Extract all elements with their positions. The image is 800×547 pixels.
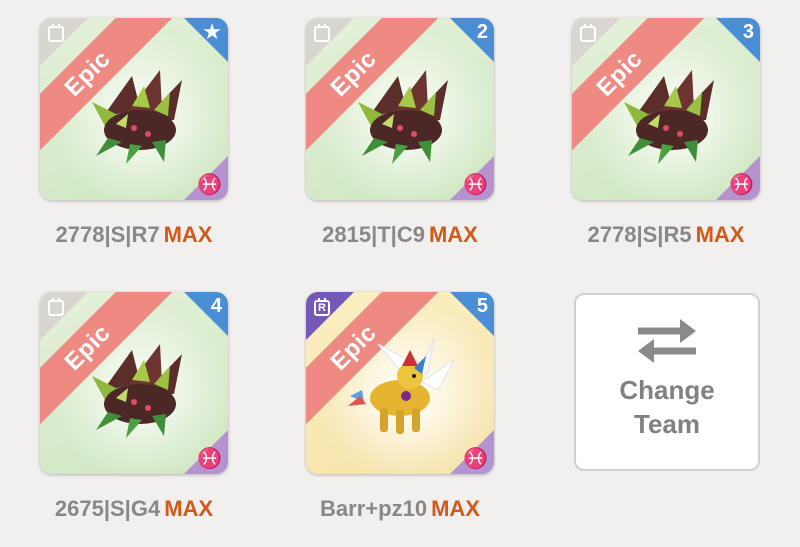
golden-pegasus-creature-image — [348, 337, 455, 434]
dragon-creature-image — [92, 344, 182, 438]
pisces-element-icon: ♓ — [463, 174, 488, 196]
monster-card-5[interactable]: R Epic 5 ♓ — [306, 292, 494, 474]
monster-code: 2675|S|G4 — [54, 496, 161, 521]
monster-label-4: 2675|S|G4 MAX — [40, 496, 228, 522]
monster-code: 2778|S|R5 — [587, 222, 692, 247]
swap-arrows-icon — [638, 319, 696, 363]
max-level: MAX — [695, 222, 745, 247]
monster-card-1[interactable]: Epic ★ ♓ — [40, 18, 228, 200]
monster-label-5: Barr+pz10 MAX — [306, 496, 494, 522]
pisces-element-icon: ♓ — [197, 448, 222, 470]
team-slot-4: Epic 4 ♓ 2675|S|G4 MAX — [40, 292, 228, 522]
slot-number-badge: 3 — [742, 21, 754, 43]
calendar-icon — [314, 24, 330, 42]
dragon-creature-image — [624, 70, 714, 164]
monster-code: Barr+pz10 — [320, 496, 428, 521]
dragon-creature-image — [358, 70, 448, 164]
monster-label-1: 2778|S|R7 MAX — [40, 222, 228, 248]
max-level: MAX — [164, 496, 214, 521]
pisces-element-icon: ♓ — [197, 174, 222, 196]
monster-card-4[interactable]: Epic 4 ♓ — [40, 292, 228, 474]
star-icon: ★ — [202, 19, 222, 44]
monster-code: 2778|S|R7 — [55, 222, 160, 247]
calendar-icon — [48, 298, 64, 316]
monster-label-2: 2815|T|C9 MAX — [306, 222, 494, 248]
monster-label-3: 2778|S|R5 MAX — [572, 222, 760, 248]
change-team-line2: Team — [634, 409, 700, 439]
r-tag-icon: R — [314, 298, 330, 316]
monster-code: 2815|T|C9 — [322, 222, 425, 247]
change-team-line1: Change — [619, 375, 715, 405]
change-team-label: Change Team — [619, 373, 714, 441]
monster-card-3[interactable]: Epic 3 ♓ — [572, 18, 760, 200]
calendar-icon — [48, 24, 64, 42]
team-slot-5: R Epic 5 ♓ Barr+pz10 MAX — [306, 292, 494, 522]
monster-card-2[interactable]: Epic 2 ♓ — [306, 18, 494, 200]
slot-number-badge: 5 — [476, 295, 488, 317]
slot-number-badge: 4 — [210, 295, 222, 317]
calendar-icon — [580, 24, 596, 42]
slot-number-badge: 2 — [476, 21, 488, 43]
team-slot-3: Epic 3 ♓ 2778|S|R5 MAX — [572, 18, 760, 248]
max-level: MAX — [163, 222, 213, 247]
team-slot-1: Epic ★ ♓ 2778|S|R7 MAX — [40, 18, 228, 248]
max-level: MAX — [428, 222, 478, 247]
dragon-creature-image — [92, 70, 182, 164]
max-level: MAX — [431, 496, 480, 521]
change-team-button[interactable]: Change Team — [574, 293, 760, 471]
pisces-element-icon: ♓ — [463, 448, 488, 470]
team-slot-2: Epic 2 ♓ 2815|T|C9 MAX — [306, 18, 494, 248]
pisces-element-icon: ♓ — [729, 174, 754, 196]
